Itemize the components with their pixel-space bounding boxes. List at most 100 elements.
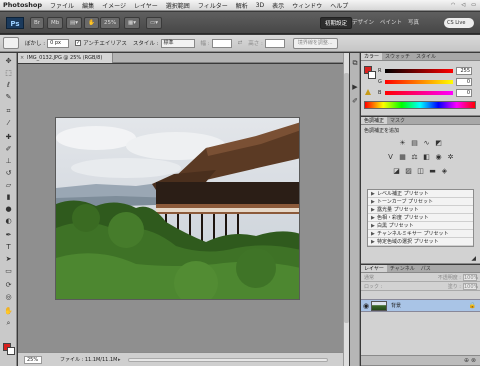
actions-panel-icon[interactable]: ▶ <box>351 83 359 91</box>
color-r-slider[interactable] <box>385 69 453 73</box>
brush-panel-icon[interactable]: ✐ <box>351 97 359 105</box>
color-b-slider[interactable] <box>385 91 453 95</box>
photo-filter-icon[interactable]: ◉ <box>434 153 443 161</box>
fill-input[interactable]: 100% <box>463 282 478 290</box>
color-r-input[interactable]: 255 <box>456 67 472 75</box>
vertical-scrollbar[interactable] <box>343 53 349 366</box>
preset-hue-saturation[interactable]: ▶ 色相・彩度 プリセット <box>368 214 473 222</box>
vertical-scrollbar-thumb[interactable] <box>344 73 349 323</box>
photo-image[interactable] <box>55 117 300 300</box>
color-spectrum-ramp[interactable] <box>364 101 476 109</box>
photoshop-logo[interactable]: Ps <box>6 17 24 29</box>
status-menu-arrow-icon[interactable]: ▸ <box>118 356 121 364</box>
eraser-tool-icon[interactable]: ▱ <box>3 181 14 190</box>
menu-app-photoshop[interactable]: Photoshop <box>3 1 42 9</box>
menu-window[interactable]: ウィンドウ <box>292 1 322 10</box>
gamut-warning-icon[interactable] <box>365 89 371 95</box>
quick-select-tool-icon[interactable]: ✎ <box>3 93 14 102</box>
blur-tool-icon[interactable]: ● <box>3 205 14 214</box>
tab-channels[interactable]: チャンネル <box>387 265 418 272</box>
exposure-icon[interactable]: ◩ <box>434 139 443 147</box>
posterize-icon[interactable]: ▨ <box>404 167 413 175</box>
width-input[interactable] <box>211 38 232 48</box>
move-tool-icon[interactable]: ✥ <box>3 57 14 66</box>
tab-color[interactable]: カラー <box>361 53 383 60</box>
menu-analysis[interactable]: 解析 <box>236 1 248 10</box>
3d-orbit-tool-icon[interactable]: ◎ <box>3 293 14 302</box>
battery-icon[interactable]: ▭ <box>471 2 476 8</box>
wifi-icon[interactable]: ◠ <box>451 2 455 8</box>
style-select[interactable]: 標準 <box>160 38 195 48</box>
channel-mixer-icon[interactable]: ✲ <box>446 153 455 161</box>
tab-styles[interactable]: スタイル <box>413 53 439 60</box>
pen-tool-icon[interactable]: ✒ <box>3 231 14 240</box>
history-panel-icon[interactable]: ⧉ <box>351 59 359 67</box>
preset-selective-color[interactable]: ▶ 特定色域の選択 プリセット <box>368 238 473 246</box>
arrange-documents-button[interactable]: ▦▾ <box>124 17 140 29</box>
close-icon[interactable]: × <box>20 53 24 63</box>
menu-help[interactable]: ヘルプ <box>330 1 348 10</box>
volume-icon[interactable]: ◁ <box>461 2 465 8</box>
delete-layer-icon[interactable]: ⊗ <box>471 357 476 364</box>
workspace-essentials[interactable]: 初期設定 <box>320 17 353 29</box>
color-b-input[interactable]: 0 <box>456 89 472 97</box>
document-canvas[interactable] <box>18 64 343 352</box>
selective-color-icon[interactable]: ◈ <box>440 167 449 175</box>
vibrance-icon[interactable]: V <box>386 153 395 161</box>
color-g-input[interactable]: 0 <box>456 78 472 86</box>
menu-file[interactable]: ファイル <box>50 1 74 10</box>
minibridge-button[interactable]: Mb <box>47 17 64 29</box>
bridge-button[interactable]: Br <box>30 17 45 29</box>
curves-icon[interactable]: ∿ <box>422 139 431 147</box>
color-g-slider[interactable] <box>385 80 453 84</box>
background-color-swatch[interactable] <box>7 347 15 355</box>
new-layer-icon[interactable]: ⊕ <box>464 357 469 364</box>
menu-image[interactable]: イメージ <box>102 1 126 10</box>
lasso-tool-icon[interactable]: ℓ <box>3 81 14 90</box>
adjustments-panel-menu-icon[interactable]: ◢ <box>471 255 476 262</box>
history-brush-tool-icon[interactable]: ↺ <box>3 169 14 178</box>
menu-3d[interactable]: 3D <box>256 2 264 9</box>
workspace-photography[interactable]: 写真 <box>408 17 419 29</box>
workspace-paint[interactable]: ペイント <box>380 17 402 29</box>
dodge-tool-icon[interactable]: ◐ <box>3 217 14 226</box>
tab-paths[interactable]: パス <box>418 265 434 272</box>
zoom-level-select[interactable]: 25% <box>100 17 121 29</box>
status-zoom-field[interactable]: 25% <box>24 356 42 364</box>
feather-input[interactable]: 0 px <box>47 38 70 48</box>
zoom-tool-icon[interactable]: ⌕ <box>3 319 14 328</box>
visibility-eye-icon[interactable]: ◉ <box>363 302 369 310</box>
opacity-input[interactable]: 100% <box>463 273 478 281</box>
menu-layer[interactable]: レイヤー <box>134 1 158 10</box>
clone-stamp-tool-icon[interactable]: ⊥ <box>3 157 14 166</box>
preset-channel-mixer[interactable]: ▶ チャンネルミキサー プリセット <box>368 230 473 238</box>
height-input[interactable] <box>264 38 285 48</box>
screen-mode-button[interactable]: ▭▾ <box>146 17 162 29</box>
healing-brush-tool-icon[interactable]: ✚ <box>3 133 14 142</box>
layer-row-background[interactable]: ◉ 背景 🔒 <box>361 299 480 312</box>
hand-tool-button[interactable]: ✋ <box>84 17 99 29</box>
menu-edit[interactable]: 編集 <box>82 1 94 10</box>
tab-swatches[interactable]: スウォッチ <box>382 53 413 60</box>
hue-saturation-icon[interactable]: ▦ <box>398 153 407 161</box>
levels-icon[interactable]: ▤ <box>410 139 419 147</box>
workspace-design[interactable]: デザイン <box>352 17 374 29</box>
blend-mode-select[interactable]: 通常 <box>364 274 374 281</box>
hand-tool-icon[interactable]: ✋ <box>3 307 14 316</box>
gradient-tool-icon[interactable]: ▮ <box>3 193 14 202</box>
eyedropper-tool-icon[interactable]: ⁄ <box>3 119 14 128</box>
preset-curves[interactable]: ▶ トーンカーブ プリセット <box>368 198 473 206</box>
swap-icon[interactable]: ⇄ <box>238 40 243 46</box>
threshold-icon[interactable]: ◫ <box>416 167 425 175</box>
type-tool-icon[interactable]: T <box>3 243 14 252</box>
menu-view[interactable]: 表示 <box>272 1 284 10</box>
shape-tool-icon[interactable]: ▭ <box>3 267 14 276</box>
cs-live-button[interactable]: CS Live <box>444 18 474 28</box>
document-tab[interactable]: × IMG_0132.JPG @ 25% (RGB/8) <box>18 53 113 63</box>
preset-levels[interactable]: ▶ レベル補正 プリセット <box>368 190 473 198</box>
extras-button[interactable]: ▤▾ <box>66 17 82 29</box>
crop-tool-icon[interactable]: ⌗ <box>3 107 14 116</box>
marquee-tool-icon[interactable]: ⬚ <box>3 69 14 78</box>
color-balance-icon[interactable]: ⚖ <box>410 153 419 161</box>
antialias-checkbox[interactable]: ✓ <box>75 40 82 46</box>
